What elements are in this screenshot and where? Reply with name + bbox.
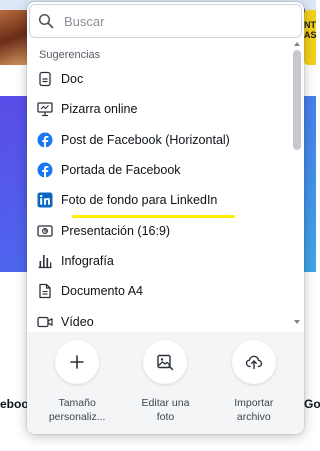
image-edit-icon xyxy=(157,354,174,371)
search-icon xyxy=(38,13,54,29)
suggestion-item-presentation[interactable]: Presentación (16:9) xyxy=(27,215,292,245)
scrollbar-thumb[interactable] xyxy=(293,50,301,150)
edit-photo-label: Editar una foto xyxy=(141,397,190,423)
import-file-button-circle[interactable] xyxy=(231,340,276,384)
suggestion-item-doc[interactable]: Doc xyxy=(27,64,292,94)
infographic-icon xyxy=(38,254,52,269)
upload-cloud-icon xyxy=(245,355,263,370)
scrollbar[interactable] xyxy=(292,40,302,332)
suggestions-heading: Sugerencias xyxy=(39,49,101,61)
background-card-right-text: NT AS xyxy=(304,20,317,40)
suggestions-list: Doc Pizarra online Post de Facebook (Hor… xyxy=(27,64,292,337)
suggestion-item-label: Presentación (16:9) xyxy=(61,223,171,238)
edit-photo-button[interactable]: Editar una foto xyxy=(125,340,205,434)
suggestion-item-infographic[interactable]: Infografía xyxy=(27,246,292,276)
background-template-card-left[interactable] xyxy=(0,10,30,65)
suggestion-item-label: Doc xyxy=(61,72,84,87)
facebook-icon xyxy=(37,132,53,148)
background-card-label-right: Go xyxy=(304,397,320,411)
suggestion-item-label: Portada de Facebook xyxy=(61,163,181,178)
suggestion-item-linkedin-background[interactable]: Foto de fondo para LinkedIn xyxy=(27,185,292,215)
suggestion-item-label: Infografía xyxy=(61,253,114,268)
custom-size-label: Tamaño personaliz... xyxy=(48,397,106,423)
suggestion-item-whiteboard[interactable]: Pizarra online xyxy=(27,94,292,124)
search-input[interactable] xyxy=(64,13,284,29)
suggestion-item-label: Post de Facebook (Horizontal) xyxy=(61,132,230,147)
suggestion-item-facebook-cover[interactable]: Portada de Facebook xyxy=(27,155,292,185)
suggestion-item-a4-document[interactable]: Documento A4 xyxy=(27,276,292,306)
edit-photo-button-circle[interactable] xyxy=(143,340,188,384)
document-icon xyxy=(39,284,51,299)
custom-size-button-circle[interactable] xyxy=(55,340,100,384)
search-box[interactable] xyxy=(29,4,302,38)
linkedin-icon xyxy=(37,192,53,208)
scroll-up-arrow[interactable] xyxy=(294,42,300,46)
highlight-underline xyxy=(72,215,235,218)
create-design-dropdown: Sugerencias Doc Pizarra online xyxy=(27,2,304,434)
custom-size-button[interactable]: Tamaño personaliz... xyxy=(37,340,117,434)
presentation-icon xyxy=(37,224,53,237)
suggestion-item-label: Foto de fondo para LinkedIn xyxy=(61,193,218,208)
quick-actions-bar: Tamaño personaliz... Editar una foto Imp… xyxy=(27,332,304,434)
import-file-label: Importar archivo xyxy=(234,397,274,423)
suggestion-item-label: Pizarra online xyxy=(61,102,138,117)
scroll-down-arrow[interactable] xyxy=(294,320,300,324)
plus-icon xyxy=(70,355,84,369)
suggestion-item-label: Documento A4 xyxy=(61,284,143,299)
doc-icon xyxy=(39,71,51,87)
whiteboard-icon xyxy=(37,102,53,117)
facebook-icon xyxy=(37,162,53,179)
suggestion-item-label: Vídeo xyxy=(61,314,94,329)
import-file-button[interactable]: Importar archivo xyxy=(214,340,294,434)
video-icon xyxy=(37,316,53,327)
suggestion-item-facebook-post[interactable]: Post de Facebook (Horizontal) xyxy=(27,125,292,155)
